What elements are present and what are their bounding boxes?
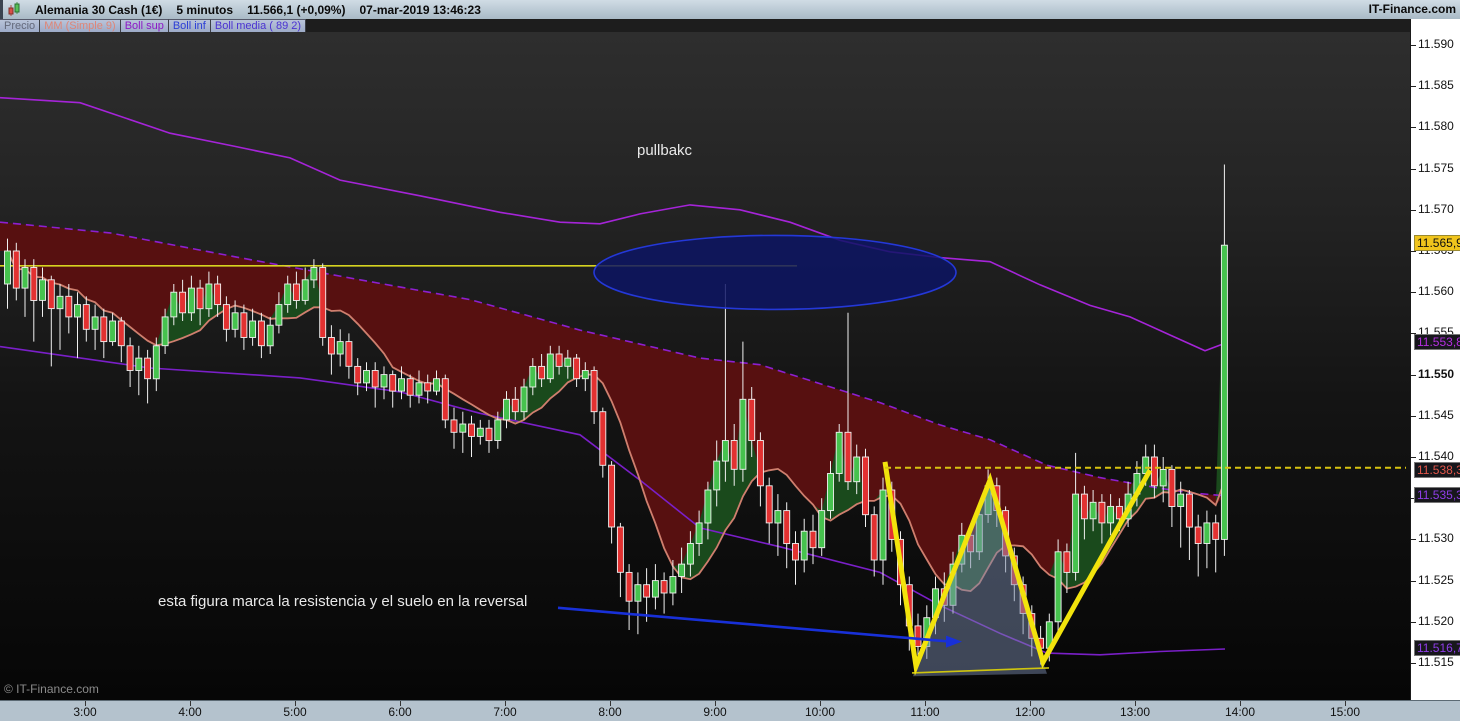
price-tick-label: 11.515 [1418,655,1454,669]
price-tick-mark [1411,86,1416,87]
price-axis[interactable]: 11.59011.58511.58011.57511.57011.56511.5… [1410,19,1460,700]
time-tick-label: 12:00 [1014,705,1046,719]
time-tick-label: 13:00 [1119,705,1151,719]
instrument-name: Alemania 30 Cash (1€) [35,2,163,17]
legend-button-boll-media-89-2-[interactable]: Boll media ( 89 2) [210,19,307,32]
price-tick-label: 11.540 [1418,449,1454,463]
chart-canvas[interactable]: pullbakc esta figura marca la resistenci… [0,32,1410,700]
candlestick-icon [7,2,21,17]
time-tick-label: 7:00 [493,705,517,719]
price-tick-mark [1411,416,1416,417]
price-tick-label: 11.520 [1418,614,1454,628]
price-badge: 11.565,9 [1414,235,1460,251]
price-tick-label: 11.560 [1418,284,1454,298]
brand-logo: IT-Finance.com [1368,2,1456,16]
price-tick-label: 11.545 [1418,408,1454,422]
time-tick-label: 8:00 [598,705,622,719]
time-axis[interactable]: 3:00 4:00 5:00 6:00 7:00 8:00 9:00 10:00 11:00 12… [0,700,1460,721]
timeframe: 5 minutos [176,2,234,17]
price-tick-mark [1411,539,1416,540]
time-tick-label: 4:00 [178,705,202,719]
price-tick-label: 11.530 [1418,531,1454,545]
price-badge: 11.538,3 [1414,462,1460,478]
legend-button-mm-simple-9-[interactable]: MM (Simple 9) [40,19,121,32]
watermark: © IT-Finance.com [4,682,99,696]
price-tick-mark [1411,457,1416,458]
price-tick-mark [1411,45,1416,46]
price-tick-label: 11.550 [1418,367,1455,381]
price-badge: 11.516,7 [1414,640,1460,656]
last-quote: 11.566,1 (+0,09%) [247,2,346,17]
time-tick-label: 5:00 [283,705,307,719]
price-tick-mark [1411,622,1416,623]
indicator-legend-bar: Precio MM (Simple 9) Boll sup Boll inf Boll … [0,19,1410,32]
price-tick-mark [1411,251,1416,252]
quote-datetime: 07-mar-2019 13:46:23 [359,2,481,17]
time-tick-label: 9:00 [703,705,727,719]
time-tick-label: 10:00 [804,705,836,719]
legend-button-boll-inf[interactable]: Boll inf [168,19,211,32]
price-tick-mark [1411,292,1416,293]
price-tick-mark [1411,210,1416,211]
price-tick-label: 11.575 [1418,161,1454,175]
annotation-text-pullback: pullbakc [637,142,693,159]
price-tick-label: 11.585 [1418,78,1454,92]
price-tick-mark [1411,169,1416,170]
price-tick-label: 11.580 [1418,119,1454,133]
price-badge: 11.553,8 [1414,334,1460,350]
time-tick-label: 3:00 [73,705,97,719]
price-tick-label: 11.525 [1418,573,1454,587]
legend-button-boll-sup[interactable]: Boll sup [120,19,169,32]
price-tick-label: 11.590 [1418,37,1454,51]
annotation-text-reversal: esta figura marca la resistencia y el su… [158,593,528,610]
price-badge: 11.535,3 [1414,487,1460,503]
title-bar: Alemania 30 Cash (1€) 5 minutos 11.566,1… [0,0,1460,20]
blue-arrow [557,606,951,643]
price-tick-mark [1411,375,1416,376]
price-tick-mark [1411,663,1416,664]
time-tick-label: 6:00 [388,705,412,719]
window-edge [0,0,3,19]
time-tick-label: 11:00 [910,705,940,719]
price-tick-mark [1411,581,1416,582]
price-tick-mark [1411,127,1416,128]
annotation-ellipse [593,234,957,311]
time-tick-label: 14:00 [1224,705,1256,719]
legend-button-precio[interactable]: Precio [0,19,41,32]
time-tick-label: 15:00 [1329,705,1361,719]
price-tick-label: 11.570 [1418,202,1454,216]
